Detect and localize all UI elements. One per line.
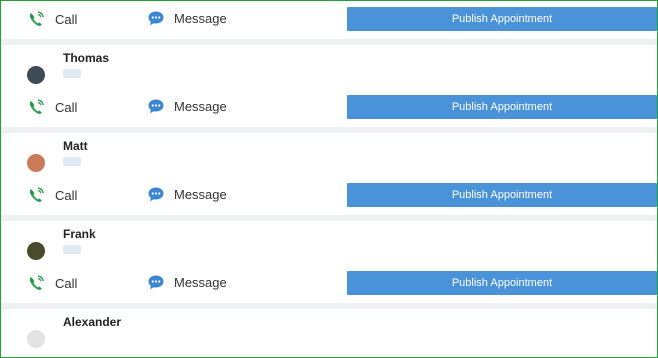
contact-header: Alexander [1, 309, 657, 353]
avatar [27, 242, 45, 260]
chat-bubble-icon [147, 10, 165, 27]
avatar [27, 330, 45, 348]
contact-header: Frank [1, 221, 657, 265]
publish-appointment-button[interactable]: Publish Appointment [347, 95, 657, 119]
chat-bubble-icon [147, 98, 165, 115]
contact-header: Matt [1, 133, 657, 177]
call-button[interactable]: Call [27, 274, 77, 292]
message-label: Message [174, 11, 227, 26]
appointment-list: Call Message Publish Appointment Thomas [0, 0, 658, 358]
phone-ringing-icon [27, 274, 47, 292]
contact-actions-row: Call Message Publish Appointment [1, 89, 657, 127]
message-label: Message [174, 99, 227, 114]
contact-actions-row: Call Message Publish Appointment [1, 177, 657, 215]
call-label: Call [55, 11, 78, 27]
contact-actions-row: Call Message Publish Appointment [1, 265, 657, 303]
publish-appointment-button[interactable]: Publish Appointment [347, 7, 657, 31]
call-label: Call [55, 187, 78, 203]
contact-name: Frank [63, 227, 96, 241]
message-button[interactable]: Message [147, 10, 227, 27]
call-label: Call [55, 275, 78, 291]
contact-name: Thomas [63, 51, 110, 65]
message-button[interactable]: Message [147, 98, 227, 115]
message-button[interactable]: Message [147, 186, 227, 203]
avatar [27, 66, 45, 84]
contact-name: Matt [63, 139, 88, 153]
publish-appointment-button[interactable]: Publish Appointment [347, 271, 657, 295]
contact-actions-row: Call Message Publish Appointment [1, 1, 657, 39]
call-label: Call [55, 99, 78, 115]
message-label: Message [174, 187, 227, 202]
phone-ringing-icon [27, 186, 47, 204]
avatar [27, 154, 45, 172]
message-button[interactable]: Message [147, 274, 227, 291]
chat-bubble-icon [147, 186, 165, 203]
phone-ringing-icon [27, 10, 47, 28]
call-button[interactable]: Call [27, 10, 77, 28]
publish-appointment-button[interactable]: Publish Appointment [347, 183, 657, 207]
phone-ringing-icon [27, 98, 47, 116]
contact-header: Thomas [1, 45, 657, 89]
call-button[interactable]: Call [27, 98, 77, 116]
call-button[interactable]: Call [27, 186, 77, 204]
chat-bubble-icon [147, 274, 165, 291]
contact-tag-badge [63, 69, 81, 78]
message-label: Message [174, 275, 227, 290]
contact-tag-badge [63, 245, 81, 254]
contact-name: Alexander [63, 315, 122, 329]
contact-tag-badge [63, 157, 81, 166]
